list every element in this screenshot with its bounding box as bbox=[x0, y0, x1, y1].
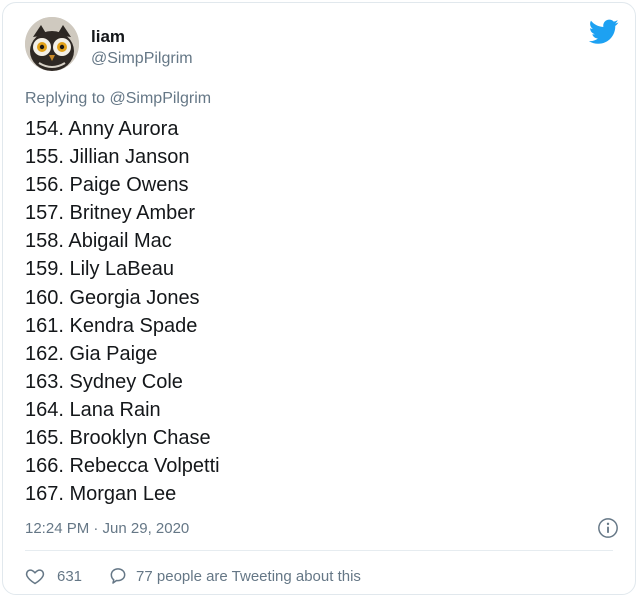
list-item: 161. Kendra Spade bbox=[25, 314, 198, 337]
owl-avatar-icon bbox=[25, 17, 79, 71]
list-item: 160. Georgia Jones bbox=[25, 286, 200, 309]
tweet-text: 154. Anny Aurora 155. Jillian Janson 156… bbox=[25, 115, 220, 508]
twitter-bird-icon[interactable] bbox=[589, 19, 619, 45]
divider bbox=[25, 550, 613, 551]
reply-bubble-icon[interactable] bbox=[108, 566, 128, 586]
replying-mention-link[interactable]: @SimpPilgrim bbox=[110, 90, 212, 107]
tweet-timestamp[interactable]: 12:24 PM · Jun 29, 2020 bbox=[25, 519, 189, 539]
heart-icon[interactable] bbox=[25, 566, 45, 586]
user-handle[interactable]: @SimpPilgrim bbox=[91, 49, 193, 69]
avatar[interactable] bbox=[25, 17, 79, 71]
list-item: 155. Jillian Janson bbox=[25, 146, 190, 169]
list-item: 154. Anny Aurora bbox=[25, 118, 179, 140]
list-item: 163. Sydney Cole bbox=[25, 370, 183, 393]
list-item: 157. Britney Amber bbox=[25, 202, 196, 225]
replying-to: Replying to @SimpPilgrim bbox=[25, 89, 211, 109]
list-item: 165. Brooklyn Chase bbox=[25, 427, 211, 450]
info-icon[interactable] bbox=[597, 517, 619, 539]
display-name[interactable]: liam bbox=[91, 27, 125, 47]
list-item: 166. Rebecca Volpetti bbox=[25, 455, 220, 478]
tweet-actions: 631 77 people are Tweeting about this bbox=[25, 565, 361, 587]
list-item: 162. Gia Paige bbox=[25, 342, 158, 365]
list-item: 158. Abigail Mac bbox=[25, 230, 172, 253]
list-item: 167. Morgan Lee bbox=[25, 483, 177, 506]
list-item: 156. Paige Owens bbox=[25, 174, 189, 197]
like-count[interactable]: 631 bbox=[57, 568, 82, 585]
tweet-card: liam @SimpPilgrim Replying to @SimpPilgr… bbox=[2, 2, 636, 595]
conversation-link[interactable]: 77 people are Tweeting about this bbox=[136, 568, 361, 585]
list-item: 164. Lana Rain bbox=[25, 398, 161, 421]
replying-prefix: Replying to bbox=[25, 90, 106, 107]
list-item: 159. Lily LaBeau bbox=[25, 258, 175, 281]
